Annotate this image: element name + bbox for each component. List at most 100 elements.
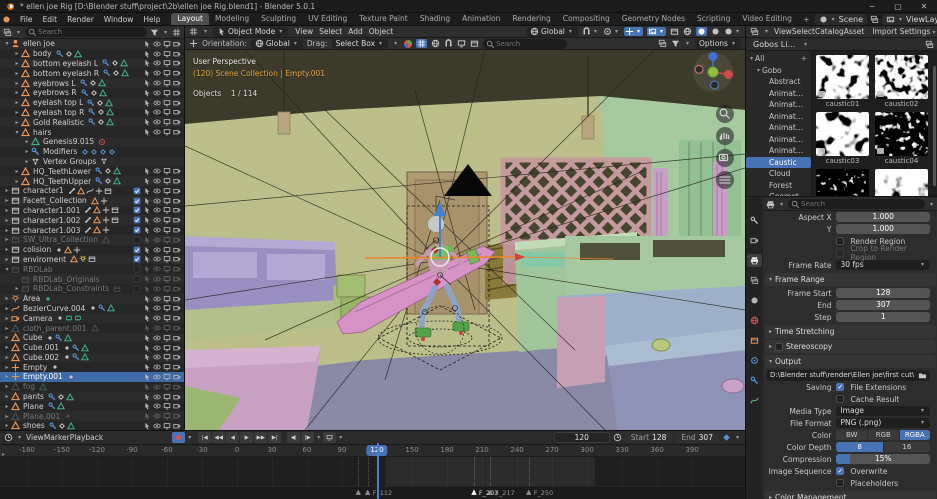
xray-toggle[interactable] <box>670 27 679 36</box>
checkbox-icon[interactable] <box>133 197 141 205</box>
disable-render-toggle-icon[interactable] <box>173 197 181 205</box>
disable-viewport-toggle-icon[interactable] <box>163 255 171 263</box>
color-option-rgba[interactable]: RGBA <box>900 430 931 440</box>
asset-catalog-geomet-[interactable]: Geomet... <box>746 191 811 196</box>
output-path-field[interactable]: D:\Blender stuff\render\Ellen joe\first … <box>767 370 930 381</box>
viewport-menu-view[interactable]: View <box>292 27 316 36</box>
hide-to ggle-icon[interactable] <box>153 167 161 175</box>
scene-selector[interactable]: ▾ Scene <box>815 14 867 25</box>
import-settings-dropdown[interactable]: Import Settings▾ <box>872 27 937 36</box>
asset-catalog-abstract[interactable]: Abstract <box>746 76 811 88</box>
expand-arrow[interactable]: ▸ <box>3 197 11 204</box>
expand-arrow[interactable]: ▸ <box>3 217 11 224</box>
snap-face-icon[interactable] <box>457 39 466 48</box>
hide-to ggle-icon[interactable] <box>153 295 161 303</box>
pivot-point-icon[interactable] <box>403 39 412 48</box>
disable-render-toggle-icon[interactable] <box>173 128 181 136</box>
media-type-dropdown[interactable]: Image▾ <box>836 406 930 416</box>
add-catalog-button[interactable]: + <box>801 54 811 63</box>
outliner-options-icon[interactable] <box>172 28 181 37</box>
disable-render-toggle-icon[interactable] <box>173 167 181 175</box>
outliner-row-hq-teethlower[interactable]: ▸HQ_TeethLower <box>0 166 184 176</box>
shading-material-button[interactable] <box>711 27 720 36</box>
crop-region-checkbox[interactable]: ✓ <box>836 249 844 257</box>
disable-render-toggle-icon[interactable] <box>173 226 181 234</box>
time-stretching-panel-header[interactable]: ▸Time Stretching <box>765 325 936 338</box>
asset-catalog-animat-[interactable]: Animat... <box>746 88 811 100</box>
selectable-toggle-icon[interactable] <box>143 236 151 244</box>
disable-render-toggle-icon[interactable] <box>173 89 181 97</box>
asset-thumbnail[interactable] <box>815 169 870 196</box>
disable-viewport-toggle-icon[interactable] <box>163 187 171 195</box>
selectable-toggle-icon[interactable] <box>143 128 151 136</box>
hide-to ggle-icon[interactable] <box>153 304 161 312</box>
disable-viewport-toggle-icon[interactable] <box>163 79 171 87</box>
properties-tab-constraints[interactable] <box>747 374 762 387</box>
outliner-row-character1-002[interactable]: ▸character1.002 <box>0 215 184 225</box>
expand-arrow[interactable]: ▸ <box>3 383 11 390</box>
selectable-toggle-icon[interactable] <box>143 383 151 391</box>
expand-arrow[interactable]: ▸ <box>3 344 11 351</box>
workspace-tab-uv-editing[interactable]: UV Editing <box>302 13 353 25</box>
new-scene-icon[interactable] <box>870 15 879 24</box>
outliner-row-eyelash-top-r[interactable]: ▸eyelash top R <box>0 108 184 118</box>
aspect-y-field[interactable]: 1.000 <box>836 224 930 234</box>
current-frame-field[interactable]: 120 <box>554 432 610 443</box>
outliner-row-vertex-groups[interactable]: ▸Vertex Groups <box>0 157 184 167</box>
checkbox-icon[interactable] <box>133 187 141 195</box>
hide-to ggle-icon[interactable] <box>153 265 161 273</box>
disable-render-toggle-icon[interactable] <box>173 412 181 420</box>
outliner-row-bottom-eyelash-l[interactable]: ▸bottom eyelash L <box>0 59 184 69</box>
selectable-toggle-icon[interactable] <box>143 324 151 332</box>
disable-viewport-toggle-icon[interactable] <box>163 344 171 352</box>
expand-arrow[interactable]: ▸ <box>3 236 11 243</box>
properties-search-input[interactable] <box>788 199 925 209</box>
outliner-row-rbdlab-originals[interactable]: RBDLab_Originals <box>0 274 184 284</box>
asset-catalog-animat-[interactable]: Animat... <box>746 122 811 134</box>
selectable-toggle-icon[interactable] <box>143 226 151 234</box>
file-extensions-checkbox[interactable]: ✓ <box>836 383 844 391</box>
hide-to ggle-icon[interactable] <box>153 324 161 332</box>
disable-viewport-toggle-icon[interactable] <box>163 373 171 381</box>
selectable-toggle-icon[interactable] <box>143 353 151 361</box>
outliner-row-genesis9-015[interactable]: ▸Genesis9.015 <box>0 137 184 147</box>
selectable-toggle-icon[interactable] <box>143 422 151 430</box>
menu-render[interactable]: Render <box>62 13 99 26</box>
asset-catalog-animat-[interactable]: Animat... <box>746 99 811 111</box>
timeline-channels[interactable] <box>0 457 745 486</box>
checkbox-icon[interactable] <box>133 275 141 283</box>
cache-result-checkbox[interactable]: ✓ <box>836 395 844 403</box>
workspace-tab-layout[interactable]: Layout <box>171 13 209 25</box>
hide-to ggle-icon[interactable] <box>153 246 161 254</box>
outliner-row-fog[interactable]: ▸fog <box>0 382 184 392</box>
keying-set-icon[interactable] <box>722 433 731 442</box>
jump-to-end-button[interactable]: ▶| <box>268 432 281 443</box>
disable-render-toggle-icon[interactable] <box>173 275 181 283</box>
hide-to ggle-icon[interactable] <box>153 128 161 136</box>
asset-thumbnail-caustic01[interactable]: caustic01 <box>815 55 870 108</box>
disable-render-toggle-icon[interactable] <box>173 69 181 77</box>
properties-editor-icon[interactable] <box>766 200 775 209</box>
outliner-row-hairs[interactable]: ▾hairs <box>0 127 184 137</box>
hide-to ggle-icon[interactable] <box>153 363 161 371</box>
hide-to ggle-icon[interactable] <box>153 40 161 48</box>
frame-back-button[interactable]: ◀| <box>287 432 300 443</box>
disable-render-toggle-icon[interactable] <box>173 393 181 401</box>
disable-viewport-toggle-icon[interactable] <box>163 177 171 185</box>
disable-viewport-toggle-icon[interactable] <box>163 383 171 391</box>
properties-tab-object[interactable] <box>747 334 762 347</box>
disable-viewport-toggle-icon[interactable] <box>163 167 171 175</box>
selectable-toggle-icon[interactable] <box>143 314 151 322</box>
frame-step-field[interactable]: 1 <box>836 312 930 322</box>
expand-arrow[interactable]: ▸ <box>3 403 11 410</box>
hide-to ggle-icon[interactable] <box>153 69 161 77</box>
disable-viewport-toggle-icon[interactable] <box>163 206 171 214</box>
proportional-editing-toggle[interactable]: ▾ <box>603 27 620 36</box>
viewport-menu-add[interactable]: Add <box>345 27 366 36</box>
disable-render-toggle-icon[interactable] <box>173 59 181 67</box>
selectable-toggle-icon[interactable] <box>143 108 151 116</box>
hide-to ggle-icon[interactable] <box>153 255 161 263</box>
gizmos-toggle[interactable]: ▾ <box>624 27 643 36</box>
disable-viewport-toggle-icon[interactable] <box>163 50 171 58</box>
disable-render-toggle-icon[interactable] <box>173 79 181 87</box>
